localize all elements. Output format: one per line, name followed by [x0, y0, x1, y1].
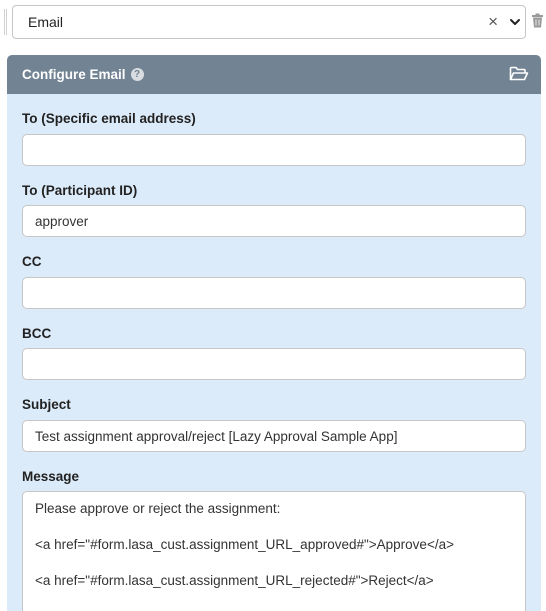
drag-handle-icon[interactable]	[4, 9, 7, 35]
folder-open-icon[interactable]	[509, 66, 529, 82]
to-specific-email-input[interactable]	[22, 134, 526, 166]
clear-icon[interactable]: ×	[488, 13, 498, 31]
to-participant-label: To (Participant ID)	[22, 183, 138, 198]
help-icon[interactable]: ?	[130, 68, 144, 81]
panel-header: Configure Email ?	[7, 55, 541, 94]
subject-input[interactable]: Test assignment approval/reject [Lazy Ap…	[22, 420, 526, 452]
cc-label: CC	[22, 254, 42, 269]
subject-label: Subject	[22, 397, 71, 412]
configure-email-panel: Configure Email ? To (Specific email add…	[7, 55, 541, 611]
select-value: Email	[28, 14, 64, 30]
message-line: Please approve or reject the assignment:	[35, 501, 281, 516]
message-textarea[interactable]: Please approve or reject the assignment:…	[22, 491, 526, 611]
email-type-select[interactable]: Email ×	[12, 5, 526, 39]
chevron-down-icon[interactable]	[509, 15, 521, 29]
to-participant-id-input[interactable]: approver	[22, 205, 526, 237]
to-specific-label: To (Specific email address)	[22, 111, 196, 126]
trash-icon[interactable]	[531, 13, 544, 28]
bcc-input[interactable]	[22, 348, 526, 380]
message-label: Message	[22, 469, 80, 484]
message-line: <a href="#form.lasa_cust.assignment_URL_…	[35, 573, 434, 588]
message-line: <a href="#form.lasa_cust.assignment_URL_…	[35, 537, 454, 552]
panel-title: Configure Email	[22, 67, 126, 82]
bcc-label: BCC	[22, 326, 52, 341]
cc-input[interactable]	[22, 277, 526, 309]
